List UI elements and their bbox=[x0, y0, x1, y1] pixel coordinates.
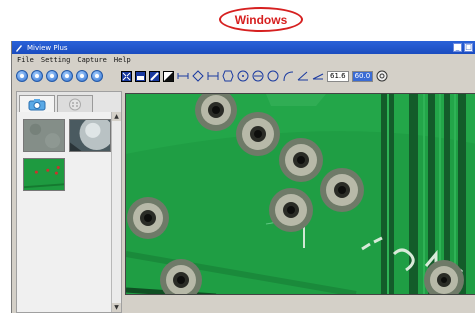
folder-icon[interactable] bbox=[31, 70, 43, 82]
menu-setting[interactable]: Setting bbox=[41, 56, 71, 64]
scroll-up-arrow-icon[interactable]: ▲ bbox=[112, 112, 121, 121]
sidebar: ▲ ▼ bbox=[16, 91, 122, 313]
thumbnail-metal-sphere[interactable] bbox=[69, 119, 111, 152]
measure-value-1[interactable]: 61.6 bbox=[327, 70, 349, 82]
invert-icon[interactable] bbox=[163, 70, 174, 82]
toolbar: 61.6 60.0 bbox=[12, 65, 475, 87]
app-window: Miview Plus _ □ File Setting Capture Hel… bbox=[11, 41, 475, 313]
line-tool[interactable] bbox=[177, 70, 189, 82]
window-title: Miview Plus bbox=[27, 43, 68, 52]
thumbnail-gray-texture[interactable] bbox=[23, 119, 65, 152]
measure-value-2[interactable]: 60.0 bbox=[351, 70, 374, 82]
menu-help[interactable]: Help bbox=[114, 56, 131, 64]
camera-icon bbox=[28, 98, 46, 110]
circle-tool[interactable] bbox=[267, 70, 279, 82]
sidebar-scrollbar[interactable]: ▲ ▼ bbox=[111, 112, 121, 312]
arc-tool[interactable] bbox=[282, 70, 294, 82]
gallery-icon bbox=[69, 98, 81, 110]
contrast-icon[interactable] bbox=[135, 70, 146, 82]
settings-icon[interactable] bbox=[61, 70, 73, 82]
title-bar: Miview Plus _ □ bbox=[12, 41, 475, 54]
pcb-image bbox=[126, 94, 475, 294]
menu-bar: File Setting Capture Help bbox=[12, 54, 475, 65]
sidebar-tabs bbox=[17, 92, 121, 112]
microscope-view[interactable] bbox=[125, 93, 475, 295]
grid-icon[interactable] bbox=[149, 70, 160, 82]
color-icon[interactable] bbox=[76, 70, 88, 82]
app-icon bbox=[16, 44, 22, 52]
circle-3pt-tool[interactable] bbox=[252, 70, 264, 82]
angle-measure-tool[interactable] bbox=[297, 70, 309, 82]
menu-file[interactable]: File bbox=[17, 56, 34, 64]
menu-capture[interactable]: Capture bbox=[77, 56, 107, 64]
print-icon[interactable] bbox=[91, 70, 103, 82]
gallery-tab[interactable] bbox=[57, 95, 93, 112]
circle-center-tool[interactable] bbox=[237, 70, 249, 82]
status-bar bbox=[125, 297, 475, 313]
thumbnail-list: ▲ ▼ bbox=[17, 112, 121, 312]
fit-icon[interactable] bbox=[121, 70, 132, 82]
snapshot-icon[interactable] bbox=[16, 70, 28, 82]
parallel-tool[interactable] bbox=[207, 70, 219, 82]
target-icon[interactable] bbox=[376, 70, 388, 82]
thumbnail-pcb[interactable] bbox=[23, 158, 65, 191]
minimize-button[interactable]: _ bbox=[453, 43, 462, 52]
angle-2-tool[interactable] bbox=[312, 70, 324, 82]
maximize-button[interactable]: □ bbox=[464, 43, 473, 52]
polygon-tool[interactable] bbox=[222, 70, 234, 82]
record-icon[interactable] bbox=[46, 70, 58, 82]
scroll-down-arrow-icon[interactable]: ▼ bbox=[112, 303, 121, 312]
os-label: Windows bbox=[219, 7, 303, 32]
angle-tool[interactable] bbox=[192, 70, 204, 82]
camera-tab[interactable] bbox=[19, 95, 55, 112]
